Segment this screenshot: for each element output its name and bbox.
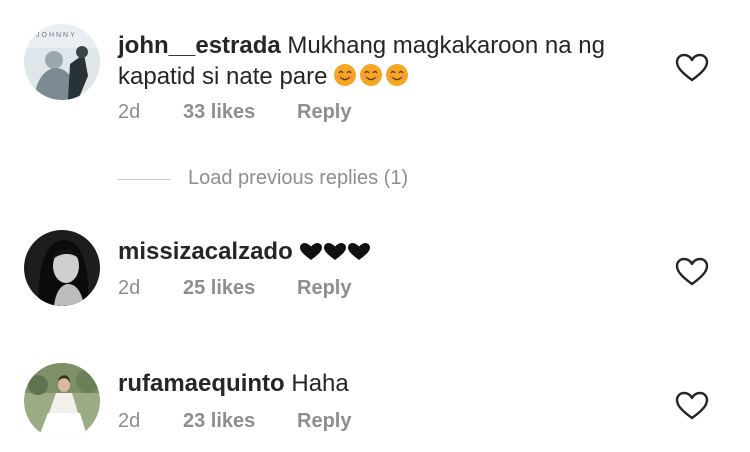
likes-count[interactable]: 33 likes: [183, 101, 255, 124]
avatar-wedding-photo-icon: [24, 363, 100, 439]
hearts-emoji-group: [299, 239, 371, 270]
reply-button[interactable]: Reply: [297, 277, 351, 300]
reply-button[interactable]: Reply: [297, 101, 351, 124]
likes-count[interactable]: 25 likes: [183, 277, 255, 300]
comment-text: john__estrada Mukhang magkakaroon na ng …: [118, 30, 638, 92]
smiling-face-emoji-icon: [386, 64, 409, 86]
svg-text:JOHNNY: JOHNNY: [36, 32, 77, 39]
avatar-johnny-poster-icon: JOHNNY: [24, 24, 100, 100]
smiling-emoji-group: [327, 63, 412, 90]
likes-count[interactable]: 23 likes: [183, 410, 255, 433]
reply-button[interactable]: Reply: [297, 410, 351, 433]
avatar-portrait-bw-icon: [24, 230, 100, 306]
avatar[interactable]: [24, 363, 100, 439]
comment-body: Haha: [291, 370, 349, 397]
comment-text: rufamaequinto Haha: [118, 368, 638, 399]
heart-icon[interactable]: [675, 53, 709, 83]
heart-icon[interactable]: [675, 257, 709, 287]
comment-username[interactable]: rufamaequinto: [118, 370, 285, 397]
black-hearts-emoji-icon: [299, 243, 370, 260]
load-previous-replies-label[interactable]: Load previous replies (1): [188, 167, 408, 190]
comment-time: 2d: [118, 410, 141, 432]
avatar[interactable]: [24, 230, 100, 306]
smiling-face-emoji-icon: [334, 64, 357, 86]
comment-username[interactable]: missizacalzado: [118, 238, 293, 265]
heart-icon[interactable]: [675, 391, 709, 421]
avatar[interactable]: JOHNNY: [24, 24, 100, 100]
smiling-face-emoji-icon: [360, 64, 383, 86]
comment-text: missizacalzado: [118, 236, 638, 270]
comment-time: 2d: [118, 101, 141, 123]
divider-line: [118, 179, 170, 180]
comment-username[interactable]: john__estrada: [118, 32, 281, 59]
comment-time: 2d: [118, 277, 141, 299]
